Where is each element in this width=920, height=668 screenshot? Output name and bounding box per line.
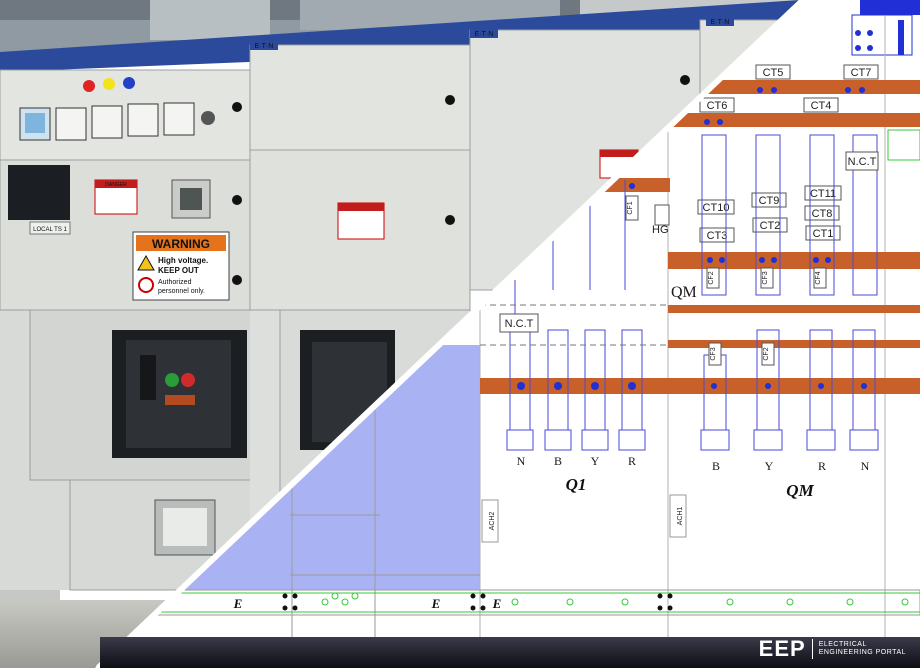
red-lamp-icon [83, 80, 95, 92]
cf-label: CF2 [763, 347, 770, 360]
ct-label: CT6 [707, 100, 728, 112]
phase-label: B [554, 454, 562, 468]
phase-label: N [517, 454, 526, 468]
logo-sub-line1: ELECTRICAL [818, 641, 867, 648]
analog-meter-icon [91, 105, 123, 139]
ct-label: CT3 [707, 230, 728, 242]
warning-sign: WARNING High voltage. KEEP OUT Authorize… [132, 231, 230, 301]
selector-switch-icon [201, 111, 215, 125]
ach-label: ACH1 [677, 507, 684, 526]
warning-line4: personnel only. [158, 288, 205, 295]
section-label-q1: Q1 [566, 475, 587, 494]
analog-meter-icon [55, 107, 87, 141]
phase-label: R [818, 459, 826, 473]
ct-label: CT2 [760, 220, 781, 232]
brand-badge: E·T·N [475, 31, 494, 38]
earth-label: E [233, 596, 243, 611]
hg-label: HG [652, 224, 669, 236]
nct-label: N.C.T [848, 156, 877, 168]
ct-label: CT10 [703, 202, 730, 214]
cf-label: CF4 [815, 271, 822, 284]
cf-label: CF3 [710, 347, 717, 360]
logo-subtitle: ELECTRICAL ENGINEERING PORTAL [819, 641, 906, 657]
phase-label: Y [765, 459, 774, 473]
phase-label: R [628, 454, 636, 468]
ct-label: CT8 [812, 208, 833, 220]
ct-label: CT1 [813, 228, 834, 240]
nct-label: N.C.T [505, 318, 534, 330]
yellow-lamp-icon [103, 78, 115, 90]
warning-line2: KEEP OUT [158, 266, 199, 275]
logo-mark: EEP [758, 636, 806, 661]
ct-label: CT5 [763, 67, 784, 79]
blue-lamp-icon [123, 77, 135, 89]
danger-label-text: DANGER [105, 182, 127, 188]
brand-badge: E·T·N [255, 43, 274, 50]
analog-meter-icon [127, 103, 159, 137]
qm-side-label: QM [671, 284, 697, 301]
warning-line3: Authorized [158, 279, 192, 286]
no-entry-icon [138, 277, 154, 293]
logo-separator [811, 639, 813, 659]
ct-label: CT9 [759, 195, 780, 207]
brand-badge: E·T·N [711, 19, 730, 26]
phase-label: B [712, 459, 720, 473]
ct-label: CT11 [810, 188, 836, 200]
scene-composite: LOCAL TS 1 DANGER WARNING High voltage. … [0, 0, 920, 668]
ct-label: CT4 [811, 100, 832, 112]
cf-label: CF1 [627, 201, 634, 214]
section-label-qm: QM [786, 481, 814, 500]
earth-label: E [492, 596, 502, 611]
warning-title: WARNING [152, 237, 210, 251]
analog-meter-icon [163, 102, 195, 136]
warning-line1: High voltage. [158, 256, 208, 265]
logo-sub-line2: ENGINEERING PORTAL [818, 649, 906, 656]
earth-label: E [431, 596, 441, 611]
ct-label: CT7 [851, 67, 872, 79]
phase-label: Y [591, 454, 600, 468]
ach-label: ACH2 [489, 512, 496, 531]
cf-label: CF3 [762, 271, 769, 284]
relay-unit-icon [8, 165, 70, 220]
panel-label: LOCAL TS 1 [33, 227, 67, 233]
eep-logo: EEP ELECTRICAL ENGINEERING PORTAL [759, 636, 906, 662]
phase-label: N [861, 459, 870, 473]
cf-label: CF2 [708, 271, 715, 284]
